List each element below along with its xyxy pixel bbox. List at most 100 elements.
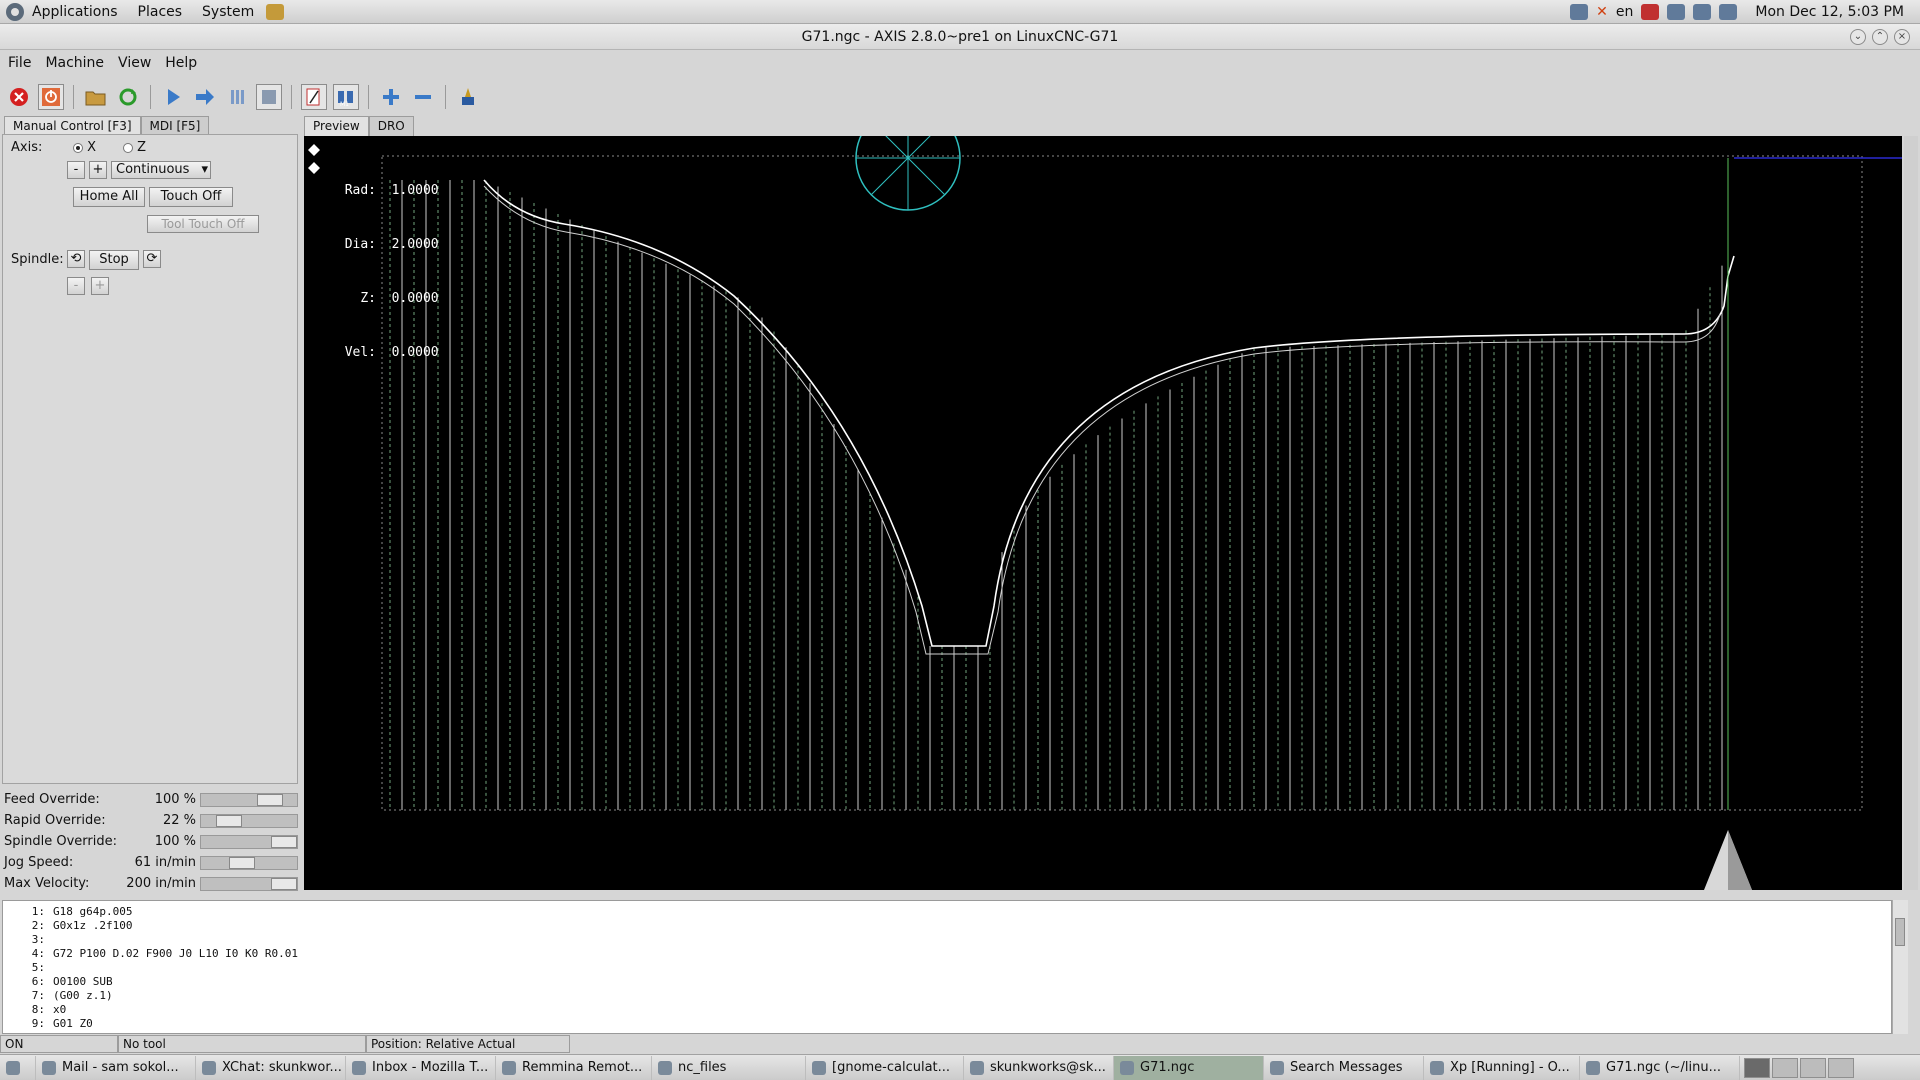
- toolpath-canvas[interactable]: [304, 136, 1902, 890]
- tool-status: No tool: [118, 1035, 366, 1053]
- gcode-line[interactable]: 5:: [3, 961, 1891, 975]
- menu-file[interactable]: File: [8, 55, 31, 71]
- machine-power-icon[interactable]: [38, 84, 64, 110]
- spindle-stop-button[interactable]: Stop: [89, 250, 139, 270]
- network-icon[interactable]: [1570, 4, 1589, 20]
- gcode-line[interactable]: 1: G18 g64p.005: [3, 905, 1891, 919]
- signal-icon[interactable]: [1693, 4, 1712, 20]
- taskbar-item[interactable]: [gnome-calculat...: [806, 1055, 964, 1080]
- taskbar-item[interactable]: Remmina Remot...: [496, 1055, 652, 1080]
- chevron-down-icon: ▾: [201, 162, 208, 177]
- taskbar-item[interactable]: Mail - sam sokol...: [36, 1055, 196, 1080]
- step-icon[interactable]: [192, 84, 218, 110]
- volume-icon[interactable]: [1667, 4, 1686, 20]
- keyboard-layout[interactable]: en: [1616, 4, 1634, 20]
- zoom-out-icon[interactable]: [410, 84, 436, 110]
- system-menu[interactable]: System: [202, 4, 254, 20]
- axis-x-radio[interactable]: X: [73, 140, 96, 155]
- zoom-in-icon[interactable]: [378, 84, 404, 110]
- feed-override-slider[interactable]: [200, 793, 298, 807]
- taskbar-item[interactable]: nc_files: [652, 1055, 806, 1080]
- gcode-line[interactable]: 3:: [3, 933, 1891, 947]
- slider-thumb[interactable]: [271, 878, 297, 890]
- launcher-icon[interactable]: [266, 3, 285, 20]
- reload-icon[interactable]: [115, 84, 141, 110]
- tool-touch-off-button[interactable]: Tool Touch Off: [147, 215, 259, 233]
- show-desktop-icon[interactable]: [0, 1055, 36, 1080]
- gcode-line-text: G0x1z .2f100: [53, 919, 133, 932]
- slider-thumb[interactable]: [216, 815, 242, 827]
- close-icon[interactable]: ×: [1894, 29, 1910, 45]
- taskbar-item[interactable]: Xp [Running] - O...: [1424, 1055, 1580, 1080]
- slider-thumb[interactable]: [257, 794, 283, 806]
- stop-icon[interactable]: [256, 84, 282, 110]
- tab-dro[interactable]: DRO: [368, 116, 414, 136]
- spindle-reverse-icon[interactable]: ⟲: [67, 250, 85, 268]
- run-icon[interactable]: [160, 84, 186, 110]
- applications-menu[interactable]: Applications: [32, 4, 118, 20]
- gcode-line[interactable]: 4: G72 P100 D.02 F900 J0 L10 I0 K0 R0.01: [3, 947, 1891, 961]
- gcode-line-number: 3:: [31, 933, 45, 946]
- open-file-icon[interactable]: [83, 84, 109, 110]
- workspace-2[interactable]: [1772, 1057, 1798, 1078]
- jog-speed-slider[interactable]: [200, 856, 298, 870]
- menu-view[interactable]: View: [118, 55, 151, 71]
- block-delete-icon[interactable]: [301, 84, 327, 110]
- gcode-line[interactable]: 2: G0x1z .2f100: [3, 919, 1891, 933]
- slider-thumb[interactable]: [229, 857, 255, 869]
- gnome-foot-icon[interactable]: [6, 2, 24, 21]
- jog-minus-button[interactable]: -: [67, 161, 85, 179]
- notification-icon[interactable]: [1641, 4, 1660, 20]
- gcode-line[interactable]: 7: (G00 z.1): [3, 989, 1891, 1003]
- battery-icon[interactable]: [1719, 4, 1738, 20]
- workspace-3[interactable]: [1800, 1057, 1826, 1078]
- xchat-tray-icon[interactable]: ✕: [1596, 4, 1608, 20]
- gcode-line[interactable]: 8: x0: [3, 1003, 1891, 1017]
- jog-plus-button[interactable]: +: [89, 161, 107, 179]
- taskbar-item[interactable]: Inbox - Mozilla T...: [346, 1055, 496, 1080]
- slider-thumb[interactable]: [271, 836, 297, 848]
- estop-icon[interactable]: [6, 84, 32, 110]
- menu-help[interactable]: Help: [165, 55, 197, 71]
- clear-backplot-icon[interactable]: [455, 84, 481, 110]
- clock[interactable]: Mon Dec 12, 5:03 PM: [1755, 4, 1904, 20]
- app-icon: [1270, 1060, 1284, 1075]
- touch-off-button[interactable]: Touch Off: [149, 187, 233, 207]
- maximize-icon[interactable]: ⌃: [1872, 29, 1888, 45]
- menu-machine[interactable]: Machine: [45, 55, 104, 71]
- window-scrollbar[interactable]: [1904, 136, 1918, 890]
- pause-icon[interactable]: [224, 84, 250, 110]
- axis-z-radio[interactable]: Z: [123, 140, 146, 155]
- max-velocity-slider[interactable]: [200, 877, 298, 891]
- taskbar-item[interactable]: G71.ngc (~/linu...: [1580, 1055, 1740, 1080]
- minimize-icon[interactable]: ⌄: [1850, 29, 1866, 45]
- gcode-line[interactable]: 9: G01 Z0: [3, 1017, 1891, 1031]
- taskbar-item[interactable]: Search Messages: [1264, 1055, 1424, 1080]
- scroll-thumb[interactable]: [1895, 918, 1905, 946]
- gcode-line[interactable]: 6: O0100 SUB: [3, 975, 1891, 989]
- home-all-button[interactable]: Home All: [73, 187, 145, 207]
- workspace-4[interactable]: [1828, 1057, 1854, 1078]
- jog-increment-select[interactable]: Continuous ▾: [111, 161, 211, 179]
- spindle-override-slider[interactable]: [200, 835, 298, 849]
- places-menu[interactable]: Places: [138, 4, 183, 20]
- spindle-faster-button[interactable]: +: [91, 277, 109, 295]
- feed-override-row: Feed Override: 100 %: [4, 790, 298, 810]
- toolpath-preview[interactable]: Rad: 1.0000 Dia: 2.0000 Z: 0.0000 Vel: 0…: [304, 136, 1902, 890]
- tab-preview[interactable]: Preview: [304, 116, 369, 136]
- optional-stop-icon[interactable]: M1: [333, 84, 359, 110]
- taskbar-item[interactable]: XChat: skunkwor...: [196, 1055, 346, 1080]
- taskbar-item[interactable]: G71.ngc: [1114, 1055, 1264, 1080]
- gcode-scrollbar[interactable]: [1892, 900, 1908, 1034]
- rapid-override-slider[interactable]: [200, 814, 298, 828]
- taskbar-item-label: [gnome-calculat...: [832, 1060, 951, 1075]
- toolbar-separator: [445, 85, 446, 109]
- workspace-1[interactable]: [1744, 1057, 1770, 1078]
- taskbar-item[interactable]: skunkworks@sk...: [964, 1055, 1114, 1080]
- gcode-listing[interactable]: 1: G18 g64p.005 2: G0x1z .2f100 3: 4: G72 P100…: [2, 900, 1892, 1034]
- tab-manual-control[interactable]: Manual Control [F3]: [4, 116, 141, 136]
- tab-mdi[interactable]: MDI [F5]: [140, 116, 210, 136]
- preview-tabs: Preview DRO: [304, 116, 414, 136]
- spindle-slower-button[interactable]: -: [67, 277, 85, 295]
- spindle-forward-icon[interactable]: ⟳: [143, 250, 161, 268]
